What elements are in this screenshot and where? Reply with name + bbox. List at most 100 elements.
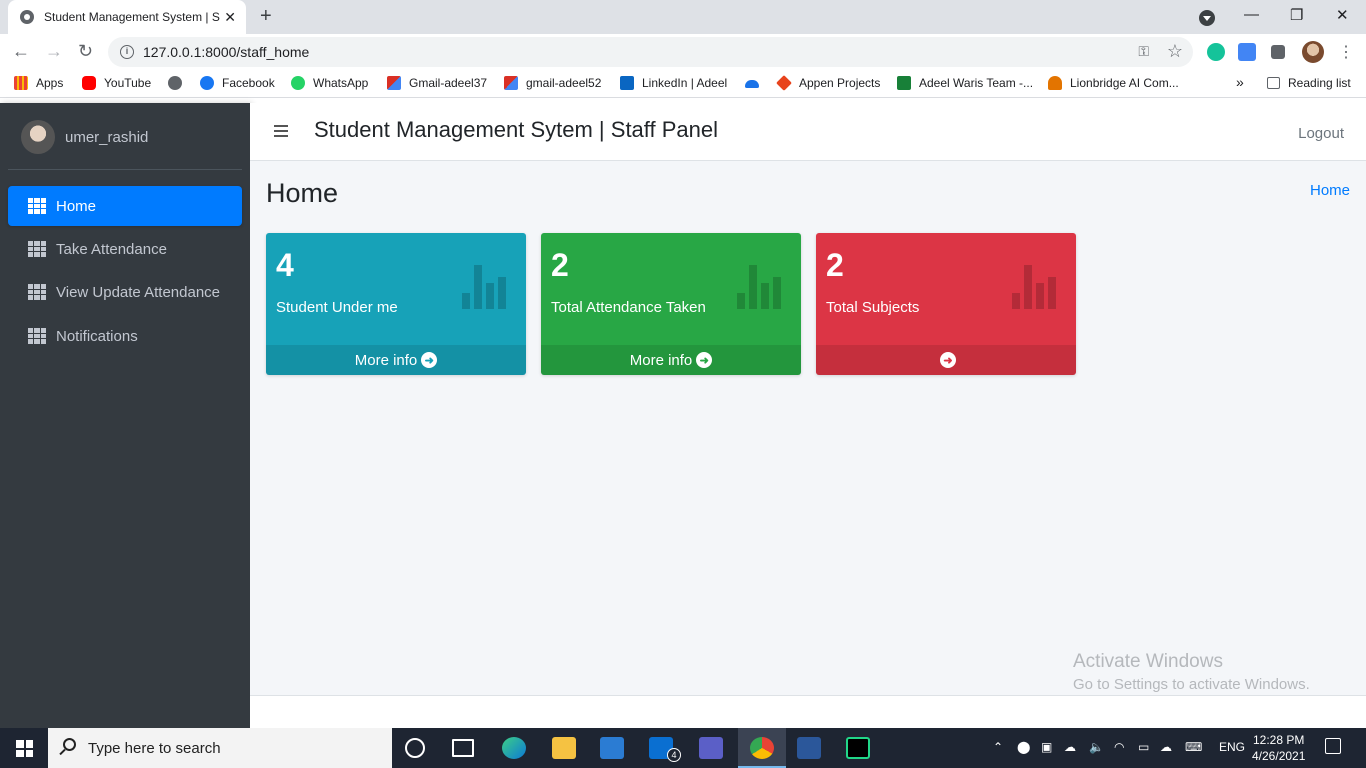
avatar[interactable]: [21, 120, 55, 154]
bookmark-gmail-adeel52[interactable]: gmail-adeel52: [504, 76, 601, 90]
more-bookmarks-button[interactable]: »: [1236, 74, 1244, 90]
bookmark-gmail-adeel37[interactable]: Gmail-adeel37: [387, 76, 487, 90]
language-indicator[interactable]: ENG: [1219, 740, 1245, 754]
apps-grid-icon: [14, 76, 28, 90]
store-icon[interactable]: [600, 737, 624, 759]
extensions-puzzle-icon[interactable]: [1271, 45, 1285, 59]
bookmark-label: Apps: [36, 76, 64, 90]
address-bar[interactable]: i 127.0.0.1:8000/staff_home ⚿ ☆: [108, 37, 1193, 67]
task-view-icon[interactable]: [452, 739, 474, 757]
bookmark-label: Lionbridge AI Com...: [1070, 76, 1179, 90]
windows-start-icon[interactable]: [16, 740, 33, 757]
content-area: Home Home 4 Student Under me More info ➜…: [250, 161, 1366, 695]
bookmark-whatsapp[interactable]: WhatsApp: [291, 76, 368, 90]
cortana-icon[interactable]: [405, 738, 425, 758]
sidebar-item-label: View Update Attendance: [56, 283, 221, 301]
volume-icon[interactable]: 🔈: [1089, 740, 1104, 754]
notification-center-icon[interactable]: [1325, 738, 1341, 754]
keyboard-icon[interactable]: ⌨: [1185, 740, 1202, 754]
word-icon[interactable]: [797, 737, 821, 759]
taskbar-search-box[interactable]: Type here to search: [48, 728, 392, 768]
bookmark-appen[interactable]: Appen Projects: [776, 75, 880, 91]
browser-menu-icon[interactable]: ⋮: [1338, 42, 1354, 62]
bookmark-lionbridge[interactable]: Lionbridge AI Com...: [1048, 76, 1179, 90]
grammarly-extension-icon[interactable]: [1207, 43, 1225, 61]
bookmark-star-icon[interactable]: ☆: [1167, 41, 1183, 62]
wifi-icon[interactable]: ◠: [1114, 740, 1124, 754]
network-device-icon[interactable]: ▣: [1041, 740, 1052, 754]
restore-icon[interactable]: ❐: [1290, 6, 1303, 24]
more-info-link[interactable]: More info ➜: [266, 345, 526, 375]
page-title: Home: [266, 178, 339, 208]
forward-icon[interactable]: →: [45, 41, 63, 62]
browser-tab[interactable]: Student Management System | St ✕: [8, 0, 246, 34]
sidebar-item-take-attendance[interactable]: Take Attendance: [8, 229, 242, 269]
whatsapp-icon: [291, 76, 305, 90]
more-info-link[interactable]: ➜: [816, 345, 1076, 375]
url-text[interactable]: 127.0.0.1:8000/staff_home: [143, 44, 309, 60]
close-tab-icon[interactable]: ✕: [224, 9, 236, 26]
password-key-icon[interactable]: ⚿: [1138, 43, 1149, 60]
bookmark-youtube[interactable]: YouTube: [82, 76, 151, 90]
browser-toolbar: ← → ↻ i 127.0.0.1:8000/staff_home ⚿ ☆ ⋮: [0, 34, 1366, 70]
pycharm-icon[interactable]: [846, 737, 870, 759]
bookmark-adeel-team[interactable]: Adeel Waris Team -...: [897, 76, 1033, 90]
chevron-double-right-icon: »: [1236, 74, 1244, 90]
arrow-circle-right-icon: ➜: [421, 352, 438, 368]
chevron-up-icon[interactable]: ⌃: [993, 740, 1003, 754]
more-info-link[interactable]: More info ➜: [541, 345, 801, 375]
system-clock[interactable]: 12:28 PM 4/26/2021: [1252, 732, 1305, 764]
bookmark-label: YouTube: [104, 76, 152, 90]
logout-link[interactable]: Logout: [1298, 125, 1344, 142]
card-label: Total Attendance Taken: [551, 299, 706, 316]
bookmark-apps[interactable]: Apps: [14, 76, 63, 90]
facebook-icon: [200, 76, 214, 90]
bookmark-globe[interactable]: [168, 76, 190, 90]
search-icon: [63, 738, 76, 751]
file-explorer-icon[interactable]: [552, 737, 576, 759]
bookmark-linkedin[interactable]: LinkedIn | Adeel: [620, 76, 727, 90]
cloud-icon: [745, 80, 759, 88]
lionbridge-icon: [1048, 76, 1062, 90]
sidebar: umer_rashid Home Take Attendance View Up…: [0, 103, 250, 728]
reload-icon[interactable]: ↻: [78, 41, 93, 62]
active-taskbar-item[interactable]: [738, 728, 786, 768]
teams-tray-icon[interactable]: ⬤: [1017, 740, 1030, 754]
linkedin-icon: [620, 76, 634, 90]
minimize-icon[interactable]: —: [1244, 6, 1259, 23]
tab-search-icon[interactable]: [1199, 10, 1215, 26]
bookmark-facebook[interactable]: Facebook: [200, 76, 275, 90]
gmail-icon: [387, 76, 401, 90]
bookmark-label: WhatsApp: [313, 76, 369, 90]
profile-avatar[interactable]: [1302, 41, 1324, 63]
breadcrumb[interactable]: Home: [1310, 182, 1350, 199]
globe-icon: [168, 76, 182, 90]
cloud-sync-icon[interactable]: ☁: [1160, 740, 1172, 754]
main-header: Student Management Sytem | Staff Panel L…: [250, 103, 1366, 161]
site-info-icon[interactable]: i: [120, 45, 134, 59]
edge-browser-icon[interactable]: [502, 737, 526, 759]
students-count-card: 4 Student Under me More info ➜: [266, 233, 526, 375]
taskbar-search-placeholder: Type here to search: [88, 740, 221, 757]
reading-list-button[interactable]: Reading list: [1267, 76, 1351, 90]
bookmark-cloud[interactable]: [745, 76, 767, 88]
gmail-icon: [504, 76, 518, 90]
new-tab-button[interactable]: +: [260, 5, 272, 28]
close-window-icon[interactable]: ✕: [1336, 6, 1349, 24]
onedrive-icon[interactable]: ☁: [1064, 740, 1076, 754]
subjects-count-card: 2 Total Subjects ➜: [816, 233, 1076, 375]
more-info-label: More info: [629, 351, 693, 369]
teams-icon[interactable]: [699, 737, 723, 759]
sidebar-item-home[interactable]: Home: [8, 186, 242, 226]
back-icon[interactable]: ←: [12, 41, 30, 62]
sidebar-item-notifications[interactable]: Notifications: [8, 316, 242, 356]
hamburger-menu-icon[interactable]: [274, 125, 288, 137]
mail-badge: 4: [667, 748, 681, 762]
bookmark-label: Facebook: [222, 76, 275, 90]
sidebar-item-view-update-attendance[interactable]: View Update Attendance: [8, 272, 242, 312]
translate-extension-icon[interactable]: [1238, 43, 1256, 61]
th-grid-icon: [28, 198, 46, 214]
battery-icon[interactable]: ▭: [1138, 740, 1149, 754]
username[interactable]: umer_rashid: [65, 129, 148, 146]
th-grid-icon: [28, 284, 46, 300]
